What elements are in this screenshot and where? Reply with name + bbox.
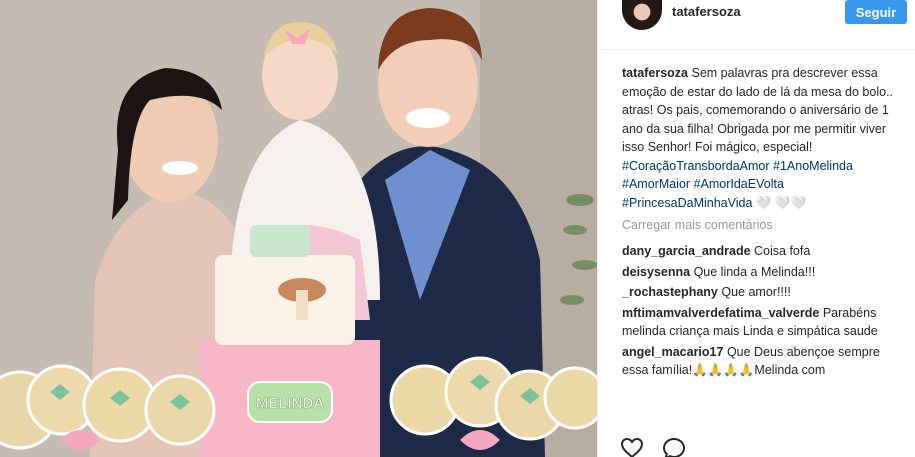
- comment-text: Coisa fofa: [754, 244, 811, 258]
- load-more-comments-link[interactable]: Carregar mais comentários: [622, 216, 893, 234]
- hashtag-link[interactable]: #CoraçãoTransbordaAmor: [622, 159, 770, 173]
- hashtag-link[interactable]: #AmorMaior: [622, 177, 690, 191]
- comment-text: Que linda a Melinda!!!: [693, 264, 816, 279]
- comment-username[interactable]: deisysenna: [622, 265, 690, 279]
- heart-icon[interactable]: [620, 437, 644, 457]
- hashtag-link[interactable]: #AmorIdaEVolta: [694, 177, 784, 191]
- avatar[interactable]: [622, 0, 662, 30]
- post-caption: tatafersoza Sem palavras pra descrever e…: [622, 64, 893, 212]
- post-side-panel: tatafersoza Seguir tatafersoza Sem palav…: [597, 0, 915, 457]
- header-username[interactable]: tatafersoza: [672, 4, 741, 19]
- caption-username[interactable]: tatafersoza: [622, 66, 688, 80]
- comment-item: dany_garcia_andrade Coisa fofa: [622, 242, 893, 261]
- comment-text: Que amor!!!!: [721, 285, 791, 299]
- post-header: tatafersoza Seguir: [598, 0, 915, 50]
- cake-name-plate: MELINDA: [256, 395, 324, 412]
- follow-button[interactable]: Seguir: [845, 0, 907, 24]
- photo-illustration: MELINDA: [0, 0, 597, 457]
- hashtag-link[interactable]: #PrincesaDaMinhaVida: [622, 196, 752, 210]
- comment-icon[interactable]: [662, 437, 686, 457]
- comment-item: angel_macario17 Que Deus abençoe sempre …: [622, 343, 893, 380]
- comment-username[interactable]: angel_macario17: [622, 345, 723, 359]
- comment-username[interactable]: mftimamvalverdefatima_valverde: [622, 306, 819, 320]
- comment-username[interactable]: dany_garcia_andrade: [622, 244, 751, 258]
- post-actions: [620, 437, 686, 457]
- comment-item: mftimamvalverdefatima_valverde Parabéns …: [622, 304, 893, 341]
- comment-item: deisysenna Que linda a Melinda!!!: [622, 263, 893, 282]
- caption-emoji: 🤍 🤍🤍: [755, 195, 807, 210]
- comment-item: _rochastephany Que amor!!!!: [622, 283, 893, 302]
- post-photo: MELINDA: [0, 0, 597, 457]
- comments-list: tatafersoza Sem palavras pra descrever e…: [598, 50, 915, 380]
- comment-username[interactable]: _rochastephany: [622, 285, 718, 299]
- hashtag-link[interactable]: #1AnoMelinda: [773, 159, 853, 173]
